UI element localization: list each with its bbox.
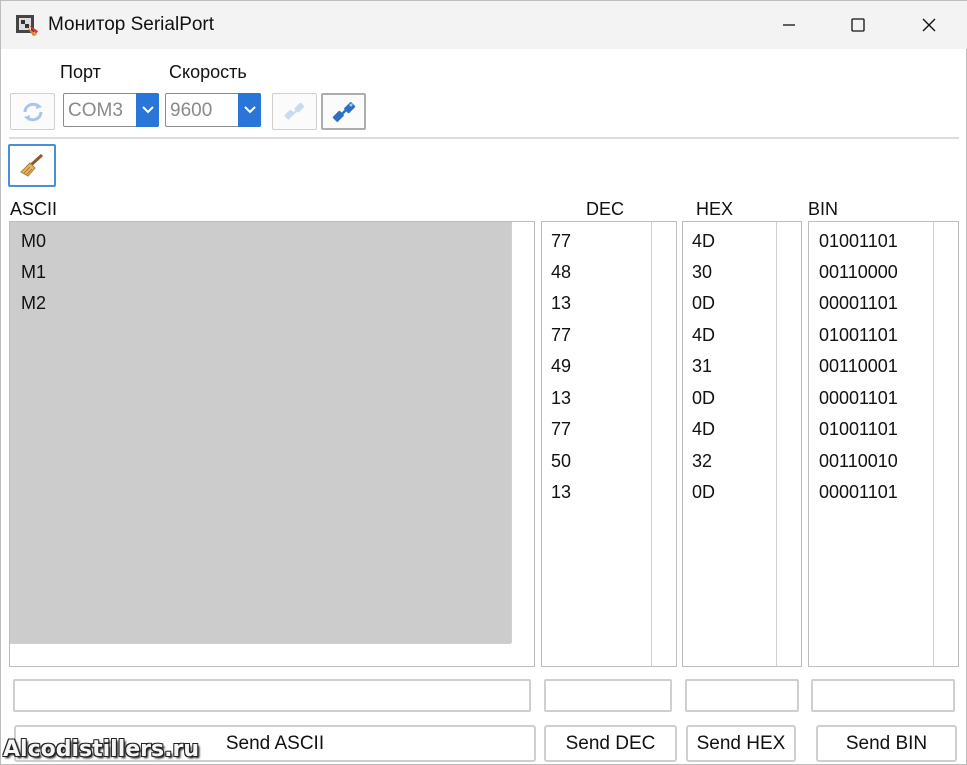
speed-select[interactable]: 9600 xyxy=(165,93,261,127)
window-title: Монитор SerialPort xyxy=(48,14,215,35)
send-hex-button[interactable]: Send HEX xyxy=(686,725,796,762)
send-bin-input[interactable] xyxy=(811,679,955,712)
list-item: 01001101 xyxy=(819,419,898,439)
list-item: 0D xyxy=(692,293,716,313)
port-select-value: COM3 xyxy=(68,100,123,121)
list-item: 0D xyxy=(692,388,716,408)
list-item: 31 xyxy=(692,356,713,376)
port-select[interactable]: COM3 xyxy=(63,93,159,127)
list-item: 01001101 xyxy=(819,231,898,251)
bin-output[interactable]: 01001101 00110000 00001101 01001101 0011… xyxy=(808,221,959,667)
ascii-horizontal-scrollbar[interactable] xyxy=(10,643,511,666)
bin-vertical-scrollbar[interactable] xyxy=(933,222,958,666)
watermark: Alcodistillers.ru xyxy=(3,737,199,762)
minimize-icon xyxy=(783,24,795,26)
refresh-icon xyxy=(23,102,42,121)
ascii-output[interactable]: M0 M1 M2 xyxy=(9,221,535,667)
speed-select-value: 9600 xyxy=(170,100,213,121)
list-item: 13 xyxy=(551,482,572,502)
list-item: 13 xyxy=(551,293,572,313)
speed-label: Скорость xyxy=(169,62,247,82)
list-item: 50 xyxy=(551,451,572,471)
send-dec-button[interactable]: Send DEC xyxy=(544,725,677,762)
ascii-output-area xyxy=(10,222,511,643)
bin-header: BIN xyxy=(808,199,839,219)
hex-output[interactable]: 4D 30 0D 4D 31 0D 4D 32 0D xyxy=(682,221,802,667)
list-item: M2 xyxy=(21,293,47,313)
maximize-icon xyxy=(851,18,865,32)
hex-vertical-scrollbar[interactable] xyxy=(776,222,801,666)
list-item: 00001101 xyxy=(819,388,898,408)
list-item: M0 xyxy=(21,231,47,251)
toolbar-divider xyxy=(9,137,959,139)
list-item: 30 xyxy=(692,262,713,282)
clear-button[interactable] xyxy=(8,144,56,187)
list-item: 77 xyxy=(551,419,572,439)
ascii-vertical-scrollbar[interactable] xyxy=(511,222,534,643)
send-bin-button[interactable]: Send BIN xyxy=(816,725,957,762)
list-item: 77 xyxy=(551,231,572,251)
send-hex-input[interactable] xyxy=(685,679,799,712)
title-bar[interactable]: Монитор SerialPort xyxy=(1,1,967,49)
list-item: M1 xyxy=(21,262,47,282)
list-item: 4D xyxy=(692,325,716,345)
broom-icon xyxy=(20,153,44,177)
send-dec-input[interactable] xyxy=(544,679,672,712)
list-item: 00110000 xyxy=(819,262,898,282)
app-icon xyxy=(15,13,39,37)
connect-icon xyxy=(332,101,355,122)
list-item: 00110001 xyxy=(819,356,898,376)
list-item: 00001101 xyxy=(819,482,898,502)
list-item: 00001101 xyxy=(819,293,898,313)
list-item: 4D xyxy=(692,231,716,251)
list-item: 01001101 xyxy=(819,325,898,345)
chevron-down-icon[interactable] xyxy=(238,93,261,127)
send-ascii-input[interactable] xyxy=(13,679,531,712)
close-button[interactable] xyxy=(894,1,964,49)
hex-header: HEX xyxy=(696,199,734,219)
dec-vertical-scrollbar[interactable] xyxy=(651,222,676,666)
list-item: 49 xyxy=(551,356,572,376)
close-icon xyxy=(922,18,936,32)
minimize-button[interactable] xyxy=(754,1,824,49)
disconnect-icon xyxy=(283,102,304,120)
connect-button[interactable] xyxy=(321,93,366,130)
serial-monitor-window: Монитор SerialPort Порт Скорость COM3 96… xyxy=(0,0,967,765)
dec-output[interactable]: 77 48 13 77 49 13 77 50 13 xyxy=(541,221,677,667)
list-item: 13 xyxy=(551,388,572,408)
list-item: 32 xyxy=(692,451,713,471)
refresh-button[interactable] xyxy=(10,93,55,130)
list-item: 00110010 xyxy=(819,451,898,471)
list-item: 48 xyxy=(551,262,572,282)
port-label: Порт xyxy=(60,62,101,82)
dec-header: DEC xyxy=(586,199,625,219)
maximize-button[interactable] xyxy=(823,1,893,49)
ascii-header: ASCII xyxy=(10,199,58,219)
list-item: 0D xyxy=(692,482,716,502)
list-item: 77 xyxy=(551,325,572,345)
disconnect-button[interactable] xyxy=(272,93,317,130)
list-item: 4D xyxy=(692,419,716,439)
chevron-down-icon[interactable] xyxy=(136,93,159,127)
